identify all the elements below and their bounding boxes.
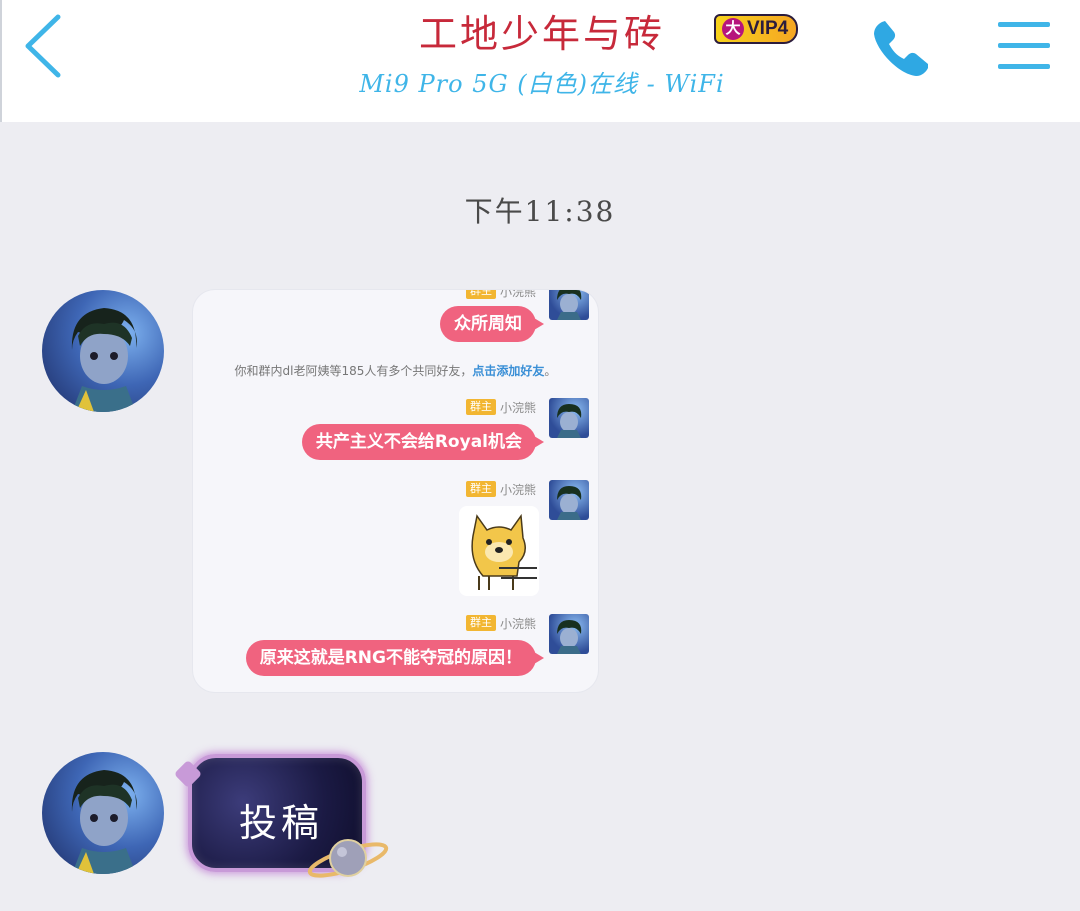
message-list[interactable]: 下午11:38 群主 小浣熊 众所周知 你和群内dl老阿姨等185人有多个共同好…: [0, 122, 1080, 911]
anime-avatar-image: [71, 770, 137, 874]
message-bubble[interactable]: 原来这就是RNG不能夺冠的原因！: [245, 640, 545, 676]
sender-name: 小浣熊: [499, 482, 536, 497]
hamburger-menu-icon: [998, 22, 1050, 69]
menu-button[interactable]: [994, 18, 1054, 74]
vip-prefix: 大: [722, 18, 744, 40]
owner-badge: 群主: [465, 290, 496, 299]
sender-info: 群主 小浣熊: [465, 480, 536, 498]
sender-info: 群主 小浣熊: [465, 290, 536, 300]
vip-badge[interactable]: 大 VIP4: [714, 14, 799, 44]
sender-name: 小浣熊: [499, 616, 536, 631]
sender-name: 小浣熊: [499, 290, 536, 299]
mini-avatar: [549, 480, 589, 520]
owner-badge: 群主: [465, 615, 496, 631]
call-button[interactable]: [868, 14, 936, 82]
chevron-left-icon: [25, 14, 61, 78]
vip-level: VIP4: [747, 18, 789, 39]
sender-name: 小浣熊: [499, 400, 536, 415]
chat-header: 工地少年与砖 大 VIP4 Mi9 Pro 5G (白色)在线 - WiFi: [0, 0, 1080, 122]
back-button[interactable]: [12, 10, 72, 82]
doge-sticker[interactable]: [459, 506, 539, 596]
system-notice: 你和群内dl老阿姨等185人有多个共同好友，点击添加好友。: [193, 362, 598, 379]
mini-avatar: [549, 290, 589, 320]
bubble-tail: [173, 759, 203, 789]
phone-icon: [874, 21, 928, 76]
chat-title-wrap: 工地少年与砖: [332, 6, 752, 62]
owner-badge: 群主: [465, 481, 496, 497]
message-bubble[interactable]: 众所周知: [440, 306, 544, 342]
system-notice-suffix: 。: [544, 364, 557, 378]
sender-info: 群主 小浣熊: [465, 614, 536, 632]
sender-avatar[interactable]: [42, 752, 164, 874]
anime-avatar-image: [71, 308, 137, 412]
message-timestamp: 下午11:38: [464, 195, 616, 228]
forwarded-chat-card[interactable]: 群主 小浣熊 众所周知 你和群内dl老阿姨等185人有多个共同好友，点击添加好友…: [193, 290, 598, 692]
online-status: Mi9 Pro 5G (白色)在线 - WiFi: [359, 70, 725, 98]
planet-decoration-icon: [307, 839, 389, 878]
add-friend-link[interactable]: 点击添加好友: [472, 364, 544, 378]
owner-badge: 群主: [465, 399, 496, 415]
system-notice-text: 你和群内dl老阿姨等185人有多个共同好友，: [234, 364, 473, 378]
mini-avatar: [549, 398, 589, 438]
mini-avatar: [549, 614, 589, 654]
sender-avatar[interactable]: [42, 290, 164, 412]
chat-title[interactable]: 工地少年与砖: [419, 6, 665, 62]
message-bubble[interactable]: 共产主义不会给Royal机会: [301, 424, 545, 460]
sender-info: 群主 小浣熊: [465, 398, 536, 416]
